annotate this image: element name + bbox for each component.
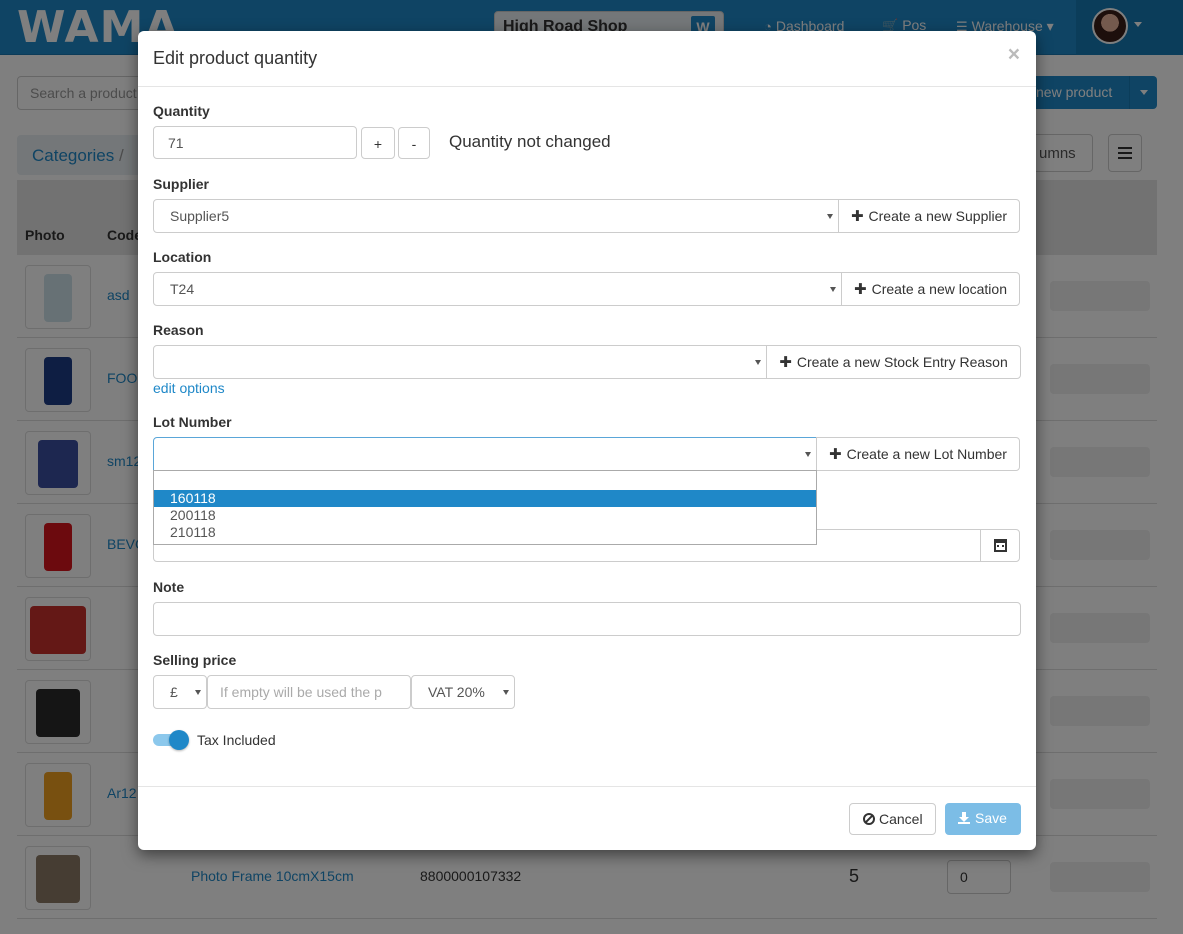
close-icon[interactable]: ×: [1008, 43, 1020, 67]
note-label: Note: [153, 579, 185, 595]
reason-select[interactable]: [153, 345, 767, 379]
plus-icon: ✚: [829, 446, 842, 463]
quantity-label: Quantity: [153, 103, 210, 119]
plus-icon: ✚: [850, 208, 864, 225]
increment-button[interactable]: +: [361, 127, 395, 159]
note-input[interactable]: [153, 602, 1021, 636]
chevron-down-icon: [503, 690, 509, 695]
plus-icon: ✚: [854, 281, 867, 298]
vat-select[interactable]: VAT 20%: [411, 675, 515, 709]
create-lot-number-button[interactable]: ✚ Create a new Lot Number: [816, 437, 1020, 471]
create-reason-button[interactable]: ✚ Create a new Stock Entry Reason: [766, 345, 1021, 379]
chevron-down-icon: [830, 287, 836, 292]
modal-footer: Cancel Save: [138, 786, 1036, 850]
lot-number-dropdown: 160118 200118 210118: [153, 470, 817, 545]
ban-icon: [863, 813, 875, 825]
chevron-down-icon: [755, 360, 761, 365]
lot-number-label: Lot Number: [153, 414, 232, 430]
chevron-down-icon: [805, 452, 811, 457]
location-select[interactable]: T24: [153, 272, 842, 306]
selling-price-input[interactable]: If empty will be used the p: [207, 675, 411, 709]
chevron-down-icon: [195, 690, 201, 695]
download-icon: [958, 812, 970, 824]
save-button[interactable]: Save: [945, 803, 1021, 835]
lot-option[interactable]: 160118: [154, 490, 816, 507]
decrement-button[interactable]: -: [398, 127, 430, 159]
calendar-icon: [994, 539, 1007, 552]
location-label: Location: [153, 249, 212, 265]
tax-included-toggle[interactable]: [153, 730, 189, 750]
modal-header: Edit product quantity ×: [138, 31, 1036, 87]
currency-select[interactable]: £: [153, 675, 207, 709]
selling-price-label: Selling price: [153, 652, 237, 668]
lot-option[interactable]: 200118: [154, 507, 816, 524]
quantity-input[interactable]: 71: [153, 126, 357, 159]
chevron-down-icon: [827, 214, 833, 219]
cancel-button[interactable]: Cancel: [849, 803, 936, 835]
lot-number-select[interactable]: [153, 437, 817, 471]
reason-label: Reason: [153, 322, 204, 338]
supplier-label: Supplier: [153, 176, 210, 192]
create-supplier-button[interactable]: ✚ Create a new Supplier: [838, 199, 1020, 233]
plus-icon: ✚: [779, 354, 792, 371]
edit-options-link[interactable]: edit options: [153, 380, 225, 396]
quantity-status-text: Quantity not changed: [449, 132, 611, 151]
modal-title: Edit product quantity: [153, 48, 318, 68]
tax-included-label: Tax Included: [197, 732, 276, 748]
supplier-select[interactable]: Supplier5: [153, 199, 839, 233]
dropdown-empty-option[interactable]: [154, 471, 816, 490]
calendar-button[interactable]: [980, 529, 1020, 562]
edit-quantity-modal: Edit product quantity × Quantity 71 + - …: [138, 31, 1036, 850]
create-location-button[interactable]: ✚ Create a new location: [841, 272, 1020, 306]
lot-option[interactable]: 210118: [154, 524, 816, 541]
